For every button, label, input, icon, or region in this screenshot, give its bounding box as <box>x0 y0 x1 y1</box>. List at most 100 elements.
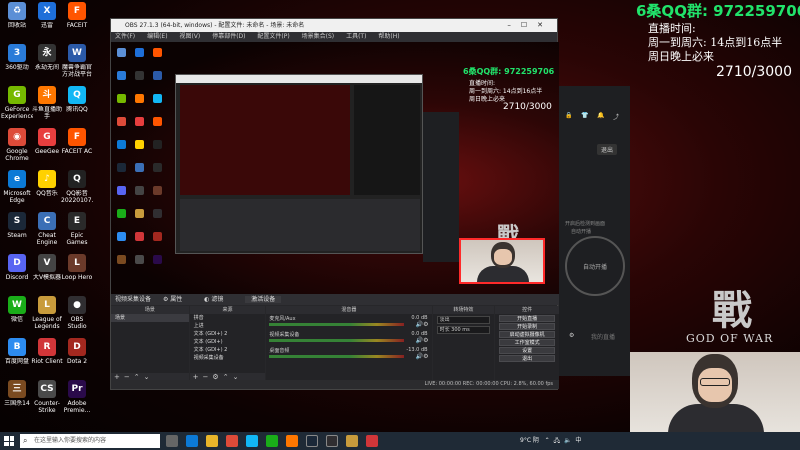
menu-tools[interactable]: 工具(T) <box>346 33 366 40</box>
qq-icon[interactable] <box>246 435 258 447</box>
close-icon[interactable]: ✕ <box>537 21 553 29</box>
desktop-icon[interactable]: e Microsoft Edge <box>1 170 33 204</box>
edge-icon: e <box>8 170 26 188</box>
exit-obs-button[interactable]: 退出 <box>499 355 555 362</box>
auto-live-toggle[interactable]: 自动开播 <box>565 236 625 296</box>
riot-icon[interactable] <box>366 435 378 447</box>
menu-file[interactable]: 文件(F) <box>115 33 135 40</box>
source-item[interactable]: 文本 (GDI+) 2 <box>190 346 266 354</box>
desktop-icon[interactable]: S Steam <box>1 212 33 239</box>
transition-select[interactable]: 淡出 <box>436 316 491 324</box>
douyu-icon[interactable] <box>286 435 298 447</box>
desktop-icon[interactable]: 三三国杀14 <box>1 380 33 407</box>
start-streaming-button[interactable]: 开始直播 <box>499 315 555 322</box>
desktop-icon[interactable]: G GeForce Experience <box>1 86 33 120</box>
wechat-icon <box>117 209 126 218</box>
tray-arrow-icon[interactable]: ⌃ <box>545 437 550 444</box>
shirt-icon[interactable]: 👕 <box>581 112 588 119</box>
start-recording-button[interactable]: 开始录制 <box>499 323 555 330</box>
wechat-icon[interactable] <box>266 435 278 447</box>
my-live-link[interactable]: 我的直播 <box>591 332 615 341</box>
source-item[interactable]: 文本 (GDI+) 2 <box>190 330 266 338</box>
menu-edit[interactable]: 编辑(E) <box>147 33 167 40</box>
exit-button[interactable]: 退出 <box>597 144 618 155</box>
preview-webcam-source[interactable] <box>459 238 545 284</box>
desktop-icon[interactable]: Q QQ影音 20220107... <box>61 170 93 204</box>
lol-icon[interactable] <box>346 435 358 447</box>
desktop-icon[interactable]: D Discord <box>1 254 33 281</box>
desktop-icon[interactable]: ● OBS Studio <box>61 296 93 330</box>
search-icon: ⌕ <box>23 436 28 445</box>
menu-profile[interactable]: 配置文件(P) <box>257 33 289 40</box>
task-view-icon[interactable] <box>166 435 178 447</box>
desktop-icon[interactable]: CS Counter-Strike Global Off... <box>31 380 63 414</box>
duration-field[interactable]: 时长 300 ms <box>436 326 491 334</box>
desktop-icon[interactable]: V 大V模拟器 <box>31 254 63 281</box>
windows-start-icon[interactable] <box>4 436 14 446</box>
desktop-icon[interactable]: R Riot Client <box>31 338 63 365</box>
desktop-icon[interactable]: 斗斗鱼直播助手 <box>31 86 63 120</box>
warcraft-icon: W <box>68 44 86 62</box>
share-icon[interactable]: ⤴ <box>613 112 619 121</box>
menu-docks[interactable]: 停靠部件(D) <box>212 33 245 40</box>
desktop-icon[interactable]: F FACEIT <box>61 2 93 29</box>
scene-item[interactable]: 场景 <box>111 314 189 322</box>
steam-icon[interactable] <box>306 435 318 447</box>
weather-widget[interactable]: 9°C 阴 <box>520 437 539 444</box>
chrome-icon[interactable] <box>226 435 238 447</box>
file-explorer-icon[interactable] <box>206 435 218 447</box>
maximize-icon[interactable]: ☐ <box>521 21 537 29</box>
desktop-icon[interactable]: B 百度网盘 <box>1 338 33 365</box>
bell-icon[interactable]: 🔔 <box>597 112 604 119</box>
desktop-icon[interactable]: X 迅雷 <box>31 2 63 29</box>
volume-icon[interactable]: 🔈 <box>564 437 571 444</box>
desktop-icon[interactable]: E Epic Games Launcher <box>61 212 93 246</box>
desktop-icon[interactable]: G GeeGee <box>31 128 63 155</box>
volume-slider[interactable] <box>269 355 404 358</box>
desktop-icon[interactable]: Pr Adobe Premie... <box>61 380 93 414</box>
source-item[interactable]: 文本 (GDI+) <box>190 338 266 346</box>
ime-indicator[interactable]: 中 <box>575 437 581 444</box>
desktop-icon[interactable]: 永永劫无间 <box>31 44 63 71</box>
source-item[interactable]: 拼音 <box>190 314 266 322</box>
activate-device-button[interactable]: 激活设备 <box>245 296 282 303</box>
desktop-icon[interactable]: D Dota 2 <box>61 338 93 365</box>
lock-icon[interactable]: 🔒 <box>565 112 572 119</box>
source-item[interactable]: 上进 <box>190 322 266 330</box>
desktop-icon[interactable]: Q 腾讯QQ <box>61 86 93 113</box>
obs-icon[interactable] <box>326 435 338 447</box>
obs-titlebar[interactable]: OBS 27.1.3 (64-bit, windows) - 配置文件: 未命名… <box>111 19 557 32</box>
obs-preview[interactable]: 6桑QQ群: 972259706 直播时间: 周一到周六: 14点到16点半 周… <box>111 42 559 294</box>
desktop-icon[interactable]: L Loop Hero <box>61 254 93 281</box>
edge-icon[interactable] <box>186 435 198 447</box>
studio-mode-button[interactable]: 工作室模式 <box>499 339 555 346</box>
desktop-icon[interactable]: C Cheat Engine <box>31 212 63 246</box>
menu-scene-collection[interactable]: 场景集合(S) <box>302 33 335 40</box>
taskbar-search-input[interactable]: ⌕ 在这里输入你要搜索的内容 <box>20 434 160 448</box>
desktop-icon[interactable]: W 微信 <box>1 296 33 323</box>
network-icon[interactable]: 🖧 <box>554 437 561 444</box>
source-item[interactable]: 视频采集设备 <box>190 354 266 362</box>
volume-slider[interactable] <box>269 339 404 342</box>
menu-view[interactable]: 视图(V) <box>179 33 200 40</box>
filters-button[interactable]: ◐ 滤镜 <box>204 296 233 303</box>
desktop-icon-label: 斗鱼直播助手 <box>31 106 62 120</box>
god-of-war-text: GOD OF WAR <box>686 332 774 345</box>
speaker-icon[interactable]: 🔊⚙ <box>416 337 429 344</box>
virtual-camera-button[interactable]: 启动虚拟摄像机 <box>499 331 555 338</box>
desktop-icon[interactable]: W 魔兽争霸官方对战平台 <box>61 44 93 78</box>
desktop-icon[interactable]: L League of Legends <box>31 296 63 330</box>
desktop-icon[interactable]: ♻ 回收站 <box>1 2 33 29</box>
volume-slider[interactable] <box>269 323 404 326</box>
minimize-icon[interactable]: – <box>507 21 521 29</box>
gear-icon[interactable]: ⚙ <box>569 332 574 339</box>
desktop-icon[interactable]: F FACEIT AC <box>61 128 93 155</box>
settings-button[interactable]: 设置 <box>499 347 555 354</box>
desktop-icon[interactable]: 3 360驱动 <box>1 44 33 71</box>
properties-button[interactable]: ⚙ 属性 <box>163 296 192 303</box>
menu-help[interactable]: 帮助(H) <box>378 33 399 40</box>
speaker-icon[interactable]: 🔊⚙ <box>416 321 429 328</box>
speaker-icon[interactable]: 🔊⚙ <box>416 353 429 360</box>
desktop-icon[interactable]: ◉ Google Chrome <box>1 128 33 162</box>
desktop-icon[interactable]: ♪ QQ音乐 <box>31 170 63 197</box>
